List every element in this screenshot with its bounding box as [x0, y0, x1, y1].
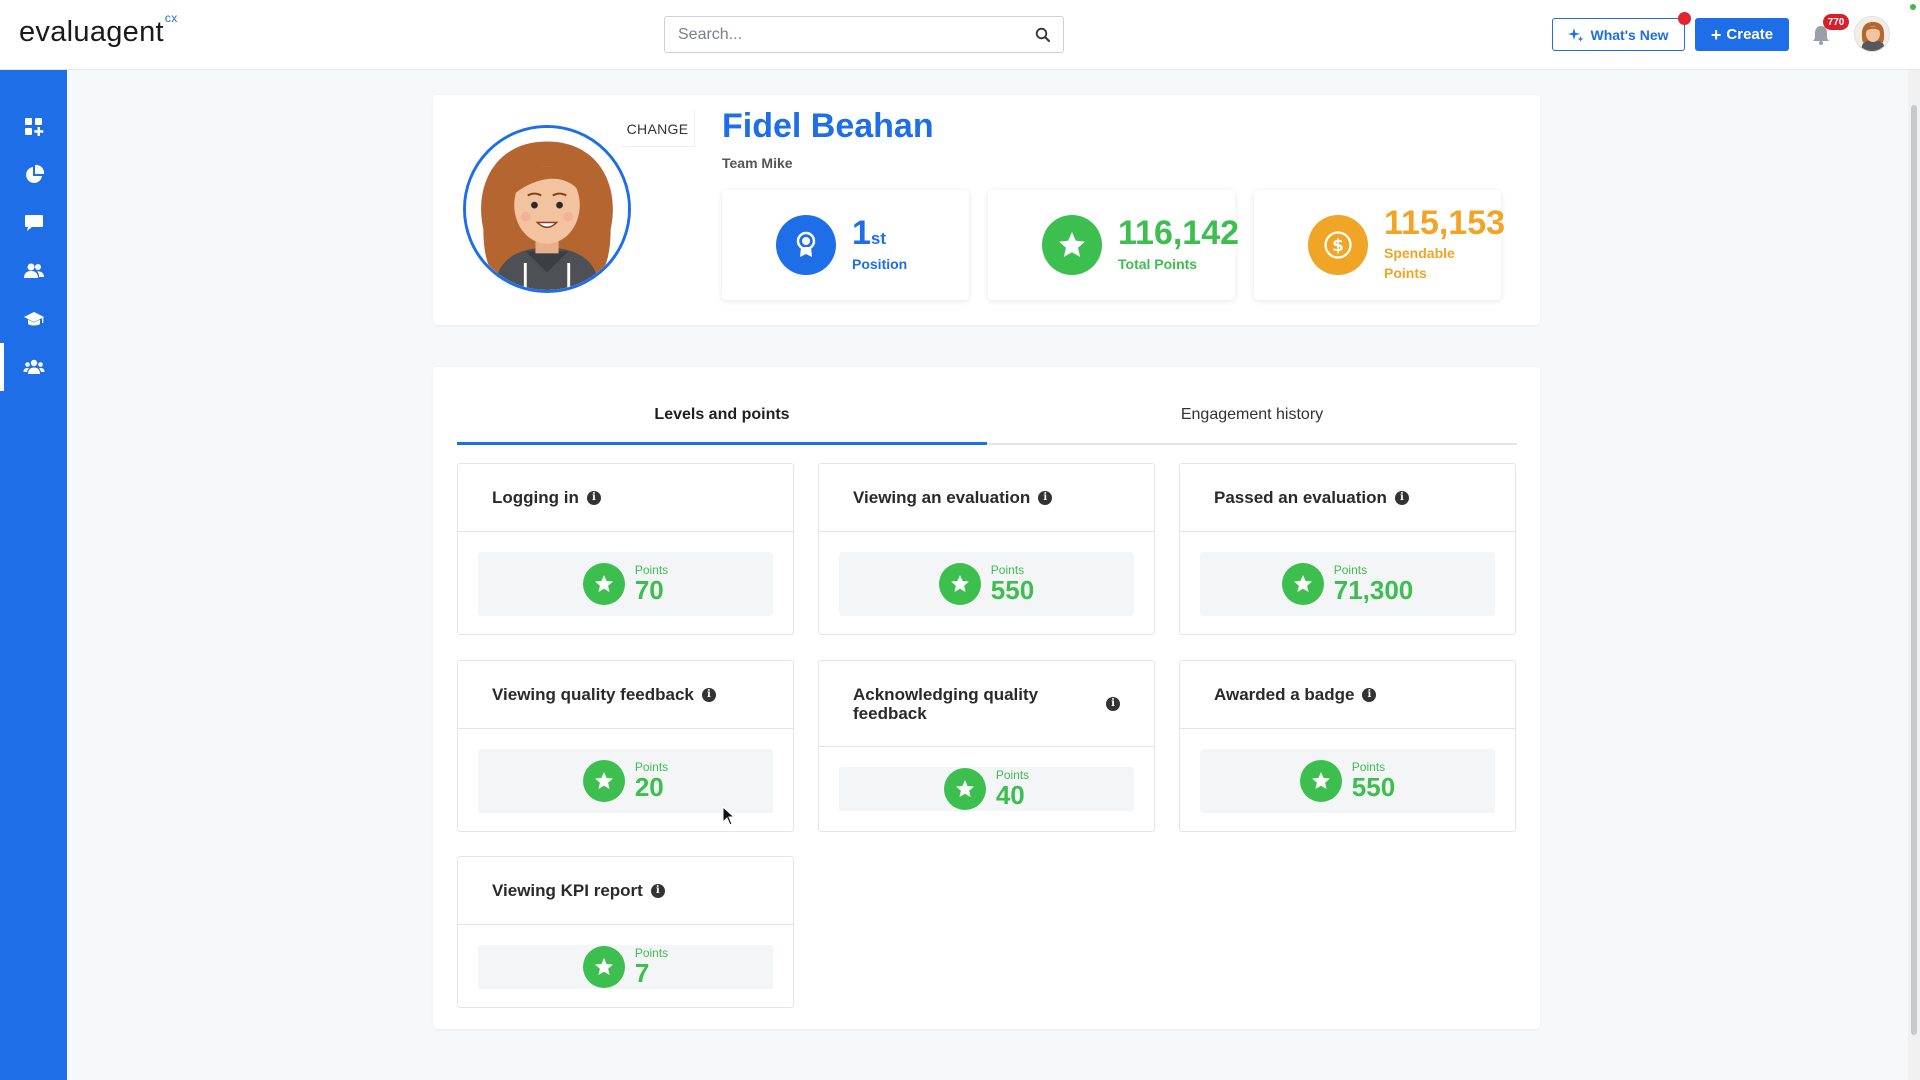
create-button[interactable]: + Create [1695, 18, 1789, 51]
search-box [664, 16, 1064, 53]
position-label: Position [852, 256, 908, 272]
profile-card: CHANGE Fidel Beahan Team Mike 1st Positi… [433, 95, 1540, 325]
star-icon [1042, 215, 1102, 275]
spendable-points-value: 115,153 [1384, 204, 1506, 242]
sparkle-icon [1568, 27, 1584, 42]
stat-spendable-points: $ 115,153 Spendable Points [1254, 190, 1505, 300]
sidebar-item-messages[interactable] [0, 199, 67, 247]
total-points-value: 116,142 [1118, 214, 1240, 252]
online-status-dot [1910, 4, 1916, 10]
search-input[interactable] [665, 17, 1005, 52]
notification-badge: 770 [1823, 14, 1849, 30]
coin-dollar-icon: $ [1308, 215, 1368, 275]
profile-name: Fidel Beahan [722, 107, 934, 145]
sidebar-item-teams[interactable] [0, 343, 67, 391]
sidebar-item-reports[interactable] [0, 151, 67, 199]
top-bar: evaluagentcx What's New + Create 770 [0, 0, 1920, 70]
info-icon[interactable]: i [1106, 696, 1120, 711]
info-icon[interactable]: i [586, 490, 601, 505]
points-card-title: Awarded a badge [1214, 684, 1355, 704]
scrollbar-thumb[interactable] [1911, 105, 1917, 1035]
tab-engagement-history[interactable]: Engagement history [987, 387, 1517, 443]
profile-team: Team Mike [722, 155, 793, 171]
points-card-body: Points 40 [839, 767, 1134, 811]
total-points-label: Total Points [1118, 256, 1198, 272]
spendable-points-label-line2: Points [1384, 265, 1427, 281]
tab-bar: Levels and points Engagement history [457, 387, 1517, 445]
points-card-title: Passed an evaluation [1214, 487, 1387, 507]
points-value: 20 [634, 772, 664, 802]
points-card-title: Viewing KPI report [492, 880, 643, 900]
sidebar [0, 70, 67, 1080]
change-avatar-button[interactable]: CHANGE [621, 111, 695, 147]
info-icon[interactable]: i [1362, 687, 1377, 702]
points-card-title: Viewing quality feedback [492, 684, 694, 704]
svg-text:$: $ [1332, 236, 1344, 256]
points-value: 7 [634, 958, 650, 988]
points-card-passed-evaluation: Passed an evaluation i Points 71,300 [1179, 463, 1516, 635]
sidebar-item-users[interactable] [0, 247, 67, 295]
whats-new-label: What's New [1590, 26, 1669, 43]
search-icon[interactable] [1035, 27, 1051, 43]
points-value: 550 [1351, 772, 1396, 802]
sidebar-item-learning[interactable] [0, 295, 67, 343]
info-icon[interactable]: i [650, 883, 665, 898]
points-card-viewing-kpi-report: Viewing KPI report i Points 7 [457, 856, 794, 1008]
points-card-body: Points 71,300 [1200, 552, 1495, 616]
points-value: 40 [995, 780, 1025, 810]
users-icon [23, 263, 44, 278]
star-icon [582, 563, 625, 605]
points-card-title: Viewing an evaluation [853, 487, 1031, 507]
sidebar-item-dashboard[interactable] [0, 103, 67, 151]
info-icon[interactable]: i [701, 687, 716, 702]
points-card-logging-in: Logging in i Points 70 [457, 463, 794, 635]
mouse-cursor-icon [722, 806, 736, 826]
star-icon [582, 946, 625, 988]
points-card-body: Points 550 [1200, 749, 1495, 813]
points-card-title: Acknowledging quality feedback [853, 684, 1039, 723]
star-icon [943, 768, 986, 810]
points-card-body: Points 20 [478, 749, 773, 813]
create-label: Create [1726, 26, 1774, 43]
points-value: 550 [990, 575, 1035, 605]
points-value: 71,300 [1333, 575, 1414, 605]
star-icon [938, 563, 981, 605]
profile-avatar [463, 125, 631, 293]
whats-new-button[interactable]: What's New [1552, 12, 1691, 51]
team-icon [23, 359, 44, 374]
plus-icon: + [1710, 24, 1722, 45]
chat-icon [24, 215, 43, 231]
points-card-title: Logging in [492, 487, 579, 507]
points-value: 70 [634, 575, 664, 605]
star-icon [582, 760, 625, 802]
dashboard-add-icon [24, 118, 43, 136]
points-card-viewing-quality-feedback: Viewing quality feedback i Points 20 [457, 660, 794, 832]
points-card-acknowledging-quality-feedback: Acknowledging quality feedback i Points 40 [818, 660, 1155, 832]
pie-chart-icon [25, 164, 44, 183]
award-ribbon-icon [776, 215, 836, 275]
star-icon [1281, 563, 1324, 605]
app-logo[interactable]: evaluagentcx [19, 11, 178, 49]
info-icon[interactable]: i [1038, 490, 1053, 505]
stat-total-points: 116,142 Total Points [988, 190, 1239, 300]
user-avatar[interactable] [1854, 16, 1890, 52]
whats-new-dot [1678, 12, 1691, 25]
points-card-body: Points 7 [478, 945, 773, 989]
star-icon [1299, 760, 1342, 802]
levels-card: Levels and points Engagement history Log… [433, 367, 1540, 1029]
position-value: 1st [852, 214, 887, 252]
tab-levels-and-points[interactable]: Levels and points [457, 387, 987, 445]
points-card-body: Points 70 [478, 552, 773, 616]
points-card-awarded-badge: Awarded a badge i Points 550 [1179, 660, 1516, 832]
stat-position: 1st Position [722, 190, 969, 300]
spendable-points-label-line1: Spendable [1384, 245, 1455, 261]
points-card-body: Points 550 [839, 552, 1134, 616]
info-icon[interactable]: i [1394, 490, 1409, 505]
points-card-viewing-evaluation: Viewing an evaluation i Points 550 [818, 463, 1155, 635]
graduation-cap-icon [23, 312, 44, 326]
